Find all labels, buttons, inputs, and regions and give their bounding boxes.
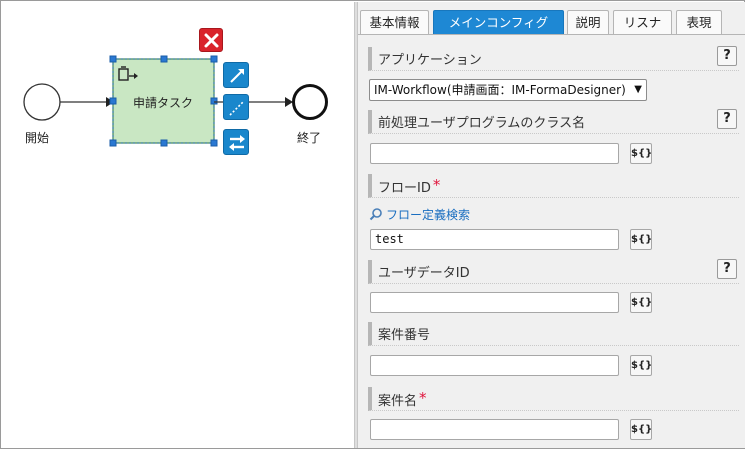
process-canvas[interactable]: 開始 申請タスク 終了 xyxy=(2,2,354,448)
property-tabs: 基本情報 メインコンフィグ 説明 リスナ 表現 xyxy=(358,2,745,35)
application-help-button[interactable]: ? xyxy=(717,46,737,66)
tab-divider xyxy=(358,34,745,35)
arrowhead-end xyxy=(285,97,293,107)
flow-definition-search-label: フロー定義検索 xyxy=(386,208,471,222)
user-data-id-variable-button[interactable]: ${} xyxy=(630,292,652,313)
matter-name-input[interactable] xyxy=(370,419,619,440)
magnifier-icon xyxy=(369,208,382,221)
preprocess-section: 前処理ユーザプログラムのクラス名 ? xyxy=(368,109,739,134)
matter-name-title: 案件名 * xyxy=(378,389,427,409)
delete-node-button[interactable] xyxy=(199,28,223,52)
tab-basic-info[interactable]: 基本情報 xyxy=(360,10,429,35)
application-label: アプリケーション xyxy=(378,53,482,68)
connect-association-button[interactable] xyxy=(223,94,249,120)
resize-handle-w[interactable] xyxy=(109,97,117,105)
preprocess-variable-button[interactable]: ${} xyxy=(630,143,652,164)
matter-name-section: 案件名 * xyxy=(368,387,739,411)
resize-handle-nw[interactable] xyxy=(109,55,117,63)
close-icon xyxy=(204,33,219,48)
flow-id-title: フローID * xyxy=(378,176,440,196)
user-data-id-help-button[interactable]: ? xyxy=(717,259,737,279)
resize-handle-sw[interactable] xyxy=(109,139,117,147)
preprocess-label: 前処理ユーザプログラムのクラス名 xyxy=(378,116,586,131)
preprocess-class-input[interactable] xyxy=(370,143,619,164)
flow-id-variable-button[interactable]: ${} xyxy=(630,229,652,250)
straight-line-icon xyxy=(230,69,244,83)
user-data-id-label: ユーザデータID xyxy=(378,266,470,281)
matter-number-input[interactable] xyxy=(370,355,619,376)
dashed-line-icon xyxy=(229,100,245,116)
swap-icon xyxy=(229,135,245,151)
task-node-label: 申請タスク xyxy=(133,96,194,110)
connect-sequence-button[interactable] xyxy=(223,62,249,88)
flow-definition-search-link[interactable]: フロー定義検索 xyxy=(369,206,470,222)
matter-number-label: 案件番号 xyxy=(378,328,431,343)
user-data-id-section: ユーザデータID ? xyxy=(368,259,739,284)
tab-listener[interactable]: リスナ xyxy=(613,10,672,35)
tab-expression[interactable]: 表現 xyxy=(676,10,722,35)
end-event-label: 終了 xyxy=(297,131,322,145)
flow-id-section: フローID * xyxy=(368,174,739,198)
resize-handle-n[interactable] xyxy=(160,55,168,63)
chevron-down-icon: ▼ xyxy=(634,84,642,95)
matter-number-section: 案件番号 xyxy=(368,322,739,346)
end-event[interactable] xyxy=(292,84,328,120)
resize-handle-e[interactable] xyxy=(210,97,218,105)
resize-handle-s[interactable] xyxy=(160,139,168,147)
resize-handle-se[interactable] xyxy=(210,139,218,147)
change-type-button[interactable] xyxy=(223,129,249,155)
application-selected-value: IM-Workflow(申請画面：IM-FormaDesigner) xyxy=(374,83,626,97)
start-event-label: 開始 xyxy=(25,131,50,145)
matter-name-variable-button[interactable]: ${} xyxy=(630,419,652,440)
preprocess-help-button[interactable]: ? xyxy=(717,109,737,129)
tab-description[interactable]: 説明 xyxy=(567,10,609,35)
property-panel: 基本情報 メインコンフィグ 説明 リスナ 表現 アプリケーション ? IM-Wo… xyxy=(358,2,745,448)
application-select[interactable]: IM-Workflow(申請画面：IM-FormaDesigner) ▼ xyxy=(369,79,647,101)
matter-name-label: 案件名 xyxy=(378,394,418,409)
matter-number-variable-button[interactable]: ${} xyxy=(630,355,652,376)
application-section: アプリケーション ? xyxy=(368,46,739,71)
designer-window: 開始 申請タスク 終了 基本情報 メインコンフィグ 説明 リスナ 表現 アプリケ… xyxy=(0,0,745,449)
start-event[interactable] xyxy=(23,83,61,121)
tab-main-config[interactable]: メインコンフィグ xyxy=(433,10,564,35)
matter-name-required-mark: * xyxy=(419,389,427,407)
user-data-id-input[interactable] xyxy=(370,292,619,313)
flow-id-label: フローID xyxy=(378,181,431,196)
diagram xyxy=(23,55,328,147)
flow-id-required-mark: * xyxy=(432,176,441,194)
resize-handle-ne[interactable] xyxy=(210,55,218,63)
flow-id-input[interactable]: test xyxy=(370,229,619,250)
